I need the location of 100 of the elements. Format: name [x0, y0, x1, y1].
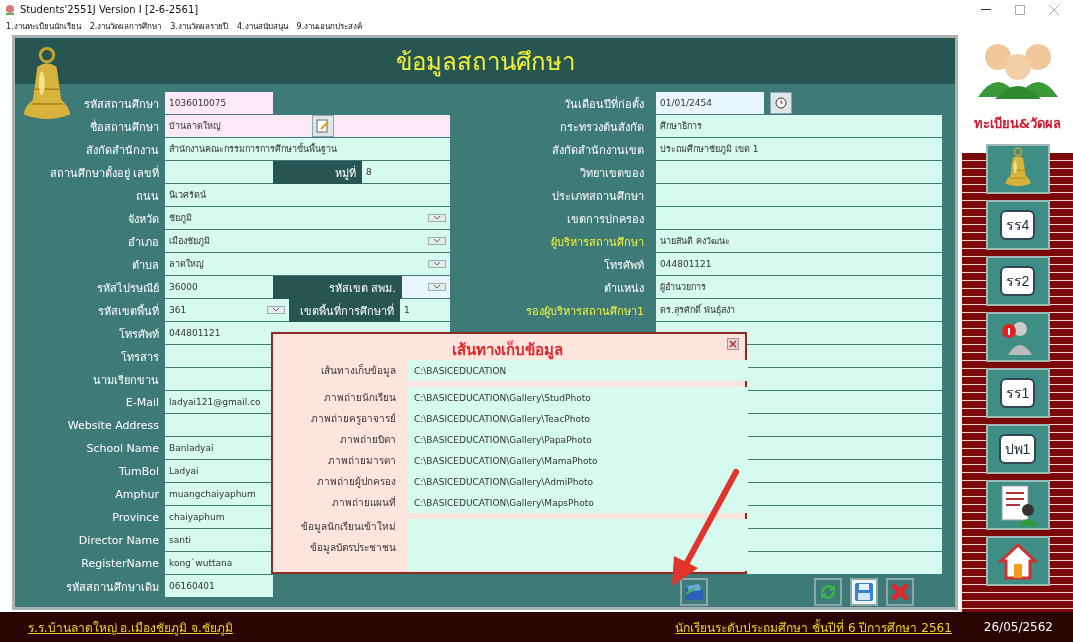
field-label: สังกัดสำนักงานเขต	[551, 142, 644, 159]
field-label: รหัสไปรษณีย์	[96, 280, 159, 297]
field-label: School Name	[85, 442, 159, 455]
folder-icon	[683, 582, 705, 602]
field-label: ตำบล	[131, 257, 159, 274]
dropdown-field[interactable]: 361	[165, 299, 289, 322]
field-label: รหัสเขต สพม.	[273, 276, 402, 299]
menu-item[interactable]: 9.งานเอนกประสงค์	[296, 19, 363, 33]
window-title: Students'2551J Version I [2-6-2561]	[20, 4, 200, 15]
dropdown-field[interactable]: ลาดใหญ่	[165, 253, 450, 276]
edit-button[interactable]	[312, 115, 334, 137]
dropdown-button[interactable]	[428, 283, 446, 291]
path-label: ภาพถ่ายครูอาจารย์	[310, 412, 396, 426]
maximize-icon	[1015, 4, 1025, 15]
field-label: รหัสสถานศึกษา	[83, 96, 159, 113]
calendar-button[interactable]	[770, 92, 792, 114]
dropdown-field[interactable]	[402, 276, 450, 299]
text-field[interactable]: ศึกษาธิการ	[656, 115, 942, 138]
field-label: ถนน	[135, 188, 159, 205]
panel-title: ข้อมูลสถานศึกษา	[395, 46, 575, 79]
field-label: โทรศัพท์	[118, 326, 159, 343]
sidebar-button[interactable]: ปพ1	[985, 424, 1050, 474]
text-field[interactable]	[165, 161, 273, 184]
field-label: หมู่ที่	[273, 161, 362, 184]
app-icon	[4, 3, 16, 16]
field-label: วันเดือนปีที่ก่อตั้ง	[563, 95, 644, 113]
text-field[interactable]: 044801121	[656, 253, 942, 276]
path-field[interactable]: C:\BASICEDUCATION\Gallery\MapsPhoto	[408, 492, 748, 513]
save-button[interactable]	[850, 578, 878, 606]
chevron-down-icon	[433, 284, 441, 290]
menu-item[interactable]: 1.งานทะเบียนนักเรียน	[6, 19, 81, 33]
field-label: สังกัดสำนักงาน	[85, 142, 159, 159]
delete-button[interactable]	[886, 578, 914, 606]
path-field[interactable]: C:\BASICEDUCATION	[408, 360, 748, 381]
text-field[interactable]: นิเวศรัตน์	[165, 184, 450, 207]
text-field[interactable]: ผู้อำนวยการ	[656, 276, 942, 299]
class-year-text: นักเรียนระดับประถมศึกษา ชั้นปีที่ 6 ปีการศึกษา 2561	[675, 618, 952, 637]
menu-item[interactable]: 3.งานวัดผลรายปี	[170, 19, 228, 33]
path-label: ภาพถ่ายผู้ปกครอง	[316, 475, 396, 489]
path-field[interactable]: C:\BASICEDUCATION\Gallery\MamaPhoto	[408, 450, 748, 471]
menu-item[interactable]: 2.งานวัดผลการศึกษา	[89, 19, 162, 33]
text-field[interactable]: ดร.สุรศักดิ์ พันธุ์สง่า	[656, 299, 942, 322]
sidebar-button[interactable]: รร1	[985, 368, 1050, 418]
field-label: โทรสาร	[120, 349, 159, 366]
field-label: วิทยาเขตของ	[579, 165, 644, 182]
field-label: E-Mail	[124, 396, 159, 409]
date-field[interactable]: 01/01/2454	[656, 92, 764, 115]
sidebar-button[interactable]: รร2	[985, 256, 1050, 306]
text-field[interactable]	[656, 161, 942, 184]
close-icon	[729, 340, 737, 348]
field-label: Director Name	[77, 534, 159, 547]
text-field[interactable]: 06160401	[165, 575, 273, 598]
dropdown-button[interactable]	[428, 237, 446, 245]
path-label: ภาพถ่ายนักเรียน	[323, 391, 396, 405]
dialog-title: เส้นทางเก็บข้อมูล	[451, 339, 563, 360]
field-label: Amphur	[114, 488, 159, 501]
text-field[interactable]: สำนักงานคณะกรรมการการศึกษาขั้นพื้นฐาน	[165, 138, 450, 161]
chevron-down-icon	[433, 215, 441, 221]
field-label: TumBol	[117, 465, 159, 478]
field-label: นามเรียกขาน	[92, 372, 159, 389]
chevron-down-icon	[433, 238, 441, 244]
sidebar-button[interactable]	[985, 480, 1050, 530]
field-label: สถานศึกษาตั้งอยู่ เลขที่	[48, 164, 159, 182]
field-label: โทรศัพท์	[603, 257, 644, 274]
field-label: RegisterName	[80, 557, 159, 570]
dropdown-field[interactable]: เมืองชัยภูมิ	[165, 230, 450, 253]
text-field[interactable]: 36000	[165, 276, 273, 299]
path-field[interactable]: C:\BASICEDUCATION\Gallery\PapaPhoto	[408, 429, 748, 450]
text-field[interactable]: 8	[362, 161, 450, 184]
dropdown-button[interactable]	[428, 214, 446, 222]
field-label: ตำแหน่ง	[603, 280, 644, 297]
text-field[interactable]	[656, 207, 942, 230]
menu-item[interactable]: 4.งานสนับสนุน	[236, 19, 288, 33]
path-field[interactable]: C:\BASICEDUCATION\Gallery\TeacPhoto	[408, 408, 748, 429]
path-field[interactable]: C:\BASICEDUCATION\Gallery\AdmiPhoto	[408, 471, 748, 492]
dropdown-button[interactable]	[428, 260, 446, 268]
text-field[interactable]: นายสันติ คงวัฒนะ	[656, 230, 942, 253]
text-field[interactable]: 1036010075	[165, 92, 273, 115]
close-icon	[890, 582, 910, 602]
field-label: เขตพื้นที่การศึกษาที่	[289, 299, 400, 322]
folder-button[interactable]	[680, 578, 708, 606]
dropdown-field[interactable]: ชัยภูมิ	[165, 207, 450, 230]
path-field[interactable]	[408, 519, 748, 571]
path-field[interactable]: C:\BASICEDUCATION\Gallery\StudPhoto	[408, 387, 748, 408]
close-button[interactable]	[727, 338, 739, 350]
text-field[interactable]	[656, 184, 942, 207]
path-label: เส้นทางเก็บข้อมูล	[320, 363, 396, 378]
field-label: รหัสเขตพื้นที่	[97, 302, 159, 320]
sidebar-button[interactable]: รร4	[985, 200, 1050, 250]
field-label: กระทรวงต้นสังกัด	[559, 119, 644, 136]
text-field[interactable]: ประถมศึกษาชัยภูมิ เขต 1	[656, 138, 942, 161]
edit-icon	[316, 119, 330, 133]
chevron-down-icon	[272, 307, 280, 313]
path-label: ภาพถ่ายแผนที่	[331, 495, 396, 510]
dropdown-button[interactable]	[267, 306, 285, 314]
text-field[interactable]: 1	[400, 299, 450, 322]
field-label: Website Address	[66, 419, 159, 432]
sidebar-button[interactable]	[985, 536, 1050, 586]
home-icon	[997, 542, 1038, 580]
text-field[interactable]: บ้านลาดใหญ่	[165, 115, 450, 138]
